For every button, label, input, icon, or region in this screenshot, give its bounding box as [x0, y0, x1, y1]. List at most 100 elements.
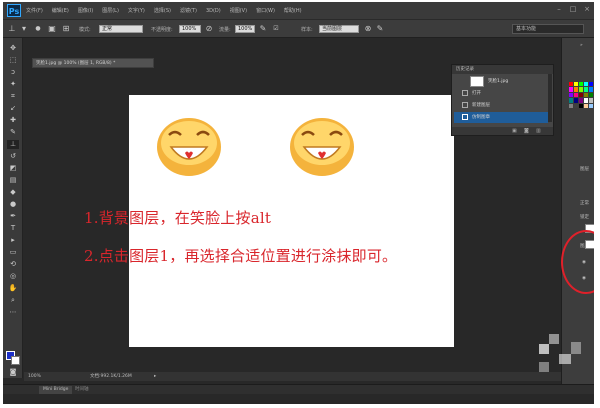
pressure-opacity-icon[interactable]: ⊘ [204, 24, 214, 34]
aligned-checkbox[interactable]: ☑ [271, 24, 281, 34]
color-swatch[interactable] [579, 87, 583, 92]
extra-tools-icon[interactable]: ⋯ [7, 308, 19, 317]
airbrush-icon[interactable]: ✎ [258, 24, 268, 34]
close-icon[interactable]: × [583, 5, 591, 13]
chevron-down-icon[interactable]: ▾ [19, 24, 29, 34]
gradient-tool-icon[interactable]: ▤ [7, 176, 19, 185]
clone-stamp-icon[interactable]: ⊥ [7, 24, 17, 34]
history-brush-tool-icon[interactable]: ↺ [7, 152, 19, 161]
menu-edit[interactable]: 编辑(E) [52, 7, 69, 14]
history-item-label: 仿制图章 [472, 115, 490, 120]
color-swatch[interactable] [574, 92, 578, 98]
color-swatch[interactable] [574, 82, 578, 87]
color-swatch[interactable] [589, 98, 593, 103]
3d-rotate-tool-icon[interactable]: ⟲ [7, 260, 19, 269]
instruction-line-1: 1.背景图层，在笑脸上按alt [84, 209, 272, 227]
ignore-adjustment-icon[interactable]: ⊗ [363, 24, 373, 34]
clone-stamp-tool-icon[interactable]: ⊥ [7, 140, 19, 149]
brush-size-icon[interactable]: ● [33, 24, 43, 34]
healing-brush-tool-icon[interactable]: ✚ [7, 116, 19, 125]
menu-layer[interactable]: 图层(L) [102, 7, 119, 14]
crop-tool-icon[interactable]: ⌗ [7, 92, 19, 101]
menu-image[interactable]: 图像(I) [78, 7, 93, 14]
color-swatch[interactable] [579, 92, 583, 98]
color-swatch[interactable] [569, 98, 573, 103]
new-document-icon[interactable]: ▣ [512, 128, 518, 134]
menu-view[interactable]: 视图(V) [230, 7, 247, 14]
clone-source-icon[interactable]: ⊞ [61, 24, 71, 34]
background-color[interactable] [11, 356, 20, 365]
pressure-size-icon[interactable]: ✎ [375, 24, 385, 34]
menu-3d[interactable]: 3D(D) [206, 8, 221, 14]
history-item-selected[interactable]: 仿制图章 [454, 112, 548, 123]
pen-tool-icon[interactable]: ✒ [7, 212, 19, 221]
workspace-select[interactable]: 基本功能 [512, 24, 584, 34]
eyedropper-tool-icon[interactable]: ↙ [7, 104, 19, 113]
status-menu-icon[interactable]: ▸ [154, 372, 156, 381]
history-item[interactable]: 新建图层 [454, 100, 548, 111]
panel-collapse-icon[interactable]: » [580, 43, 583, 48]
hand-tool-icon[interactable]: ✋ [7, 284, 19, 293]
document-canvas[interactable]: 1.背景图层，在笑脸上按alt 2.点击图层1，再选择合适位置进行涂抹即可。 [84, 95, 454, 347]
color-swatch[interactable] [574, 98, 578, 103]
history-scrollbar[interactable] [548, 74, 552, 122]
color-swatch[interactable] [569, 103, 573, 108]
color-swatch[interactable] [574, 87, 578, 92]
menu-help[interactable]: 帮助(H) [284, 7, 302, 14]
color-swatch[interactable] [589, 87, 593, 92]
zoom-tool-icon[interactable]: ⌕ [7, 296, 19, 305]
window-controls: – □ × [555, 5, 591, 13]
zoom-level[interactable]: 100% [28, 372, 41, 381]
marquee-tool-icon[interactable]: ⬚ [7, 56, 19, 65]
eraser-tool-icon[interactable]: ◩ [7, 164, 19, 173]
history-panel-title[interactable]: 历史记录 [452, 65, 553, 74]
menu-type[interactable]: 文字(Y) [128, 7, 145, 14]
shape-tool-icon[interactable]: ▭ [7, 248, 19, 257]
sample-select[interactable]: 当前图层 [319, 25, 359, 33]
minimize-icon[interactable]: – [555, 5, 563, 13]
color-swatch[interactable] [574, 103, 578, 108]
history-item[interactable]: 打开 [454, 88, 548, 99]
lasso-tool-icon[interactable]: ↄ [7, 68, 19, 77]
quick-mask-icon[interactable]: ◙ [7, 368, 19, 377]
opacity-input[interactable]: 100% [179, 25, 201, 33]
snapshot-thumbnail[interactable] [470, 76, 484, 87]
timeline-tab[interactable]: 时间轴 [75, 386, 89, 394]
color-swatch[interactable] [584, 103, 588, 108]
trash-icon[interactable]: ▥ [536, 128, 542, 134]
color-swatch[interactable] [579, 103, 583, 108]
3d-camera-tool-icon[interactable]: ◎ [7, 272, 19, 281]
color-swatch[interactable] [584, 92, 588, 98]
color-swatch[interactable] [589, 92, 593, 98]
color-swatch[interactable] [579, 98, 583, 103]
menu-filter[interactable]: 滤镜(T) [180, 7, 197, 14]
path-select-tool-icon[interactable]: ▸ [7, 236, 19, 245]
type-tool-icon[interactable]: T [7, 224, 19, 233]
dodge-tool-icon[interactable]: ● [7, 200, 19, 209]
brush-panel-icon[interactable]: ▣ [47, 24, 57, 34]
document-tab[interactable]: 笑脸1.jpg @ 100% (图层 1, RGB/8) * [32, 58, 154, 68]
menu-window[interactable]: 窗口(W) [256, 7, 275, 14]
swatches-grid[interactable] [569, 82, 593, 108]
camera-icon[interactable]: ◙ [524, 128, 530, 134]
menu-select[interactable]: 选择(S) [154, 7, 171, 14]
mode-select[interactable]: 正常 [99, 25, 143, 33]
document-size[interactable]: 文档:992.1K/1.26M [90, 372, 132, 381]
color-swatch[interactable] [569, 87, 573, 92]
color-swatch[interactable] [589, 103, 593, 108]
brush-tool-icon[interactable]: ✎ [7, 128, 19, 137]
color-swatch[interactable] [569, 82, 573, 87]
maximize-icon[interactable]: □ [569, 5, 577, 13]
color-swatch[interactable] [584, 87, 588, 92]
color-swatch[interactable] [569, 92, 573, 98]
color-swatch[interactable] [584, 82, 588, 87]
mini-bridge-tab[interactable]: Mini Bridge [39, 386, 73, 394]
flow-input[interactable]: 100% [235, 25, 255, 33]
quick-select-tool-icon[interactable]: ✦ [7, 80, 19, 89]
move-tool-icon[interactable]: ✥ [7, 44, 19, 53]
blur-tool-icon[interactable]: ◆ [7, 188, 19, 197]
color-swatch[interactable] [584, 98, 588, 103]
color-swatch[interactable] [579, 82, 583, 87]
color-swatch[interactable] [589, 82, 593, 87]
menu-file[interactable]: 文件(F) [26, 7, 43, 14]
